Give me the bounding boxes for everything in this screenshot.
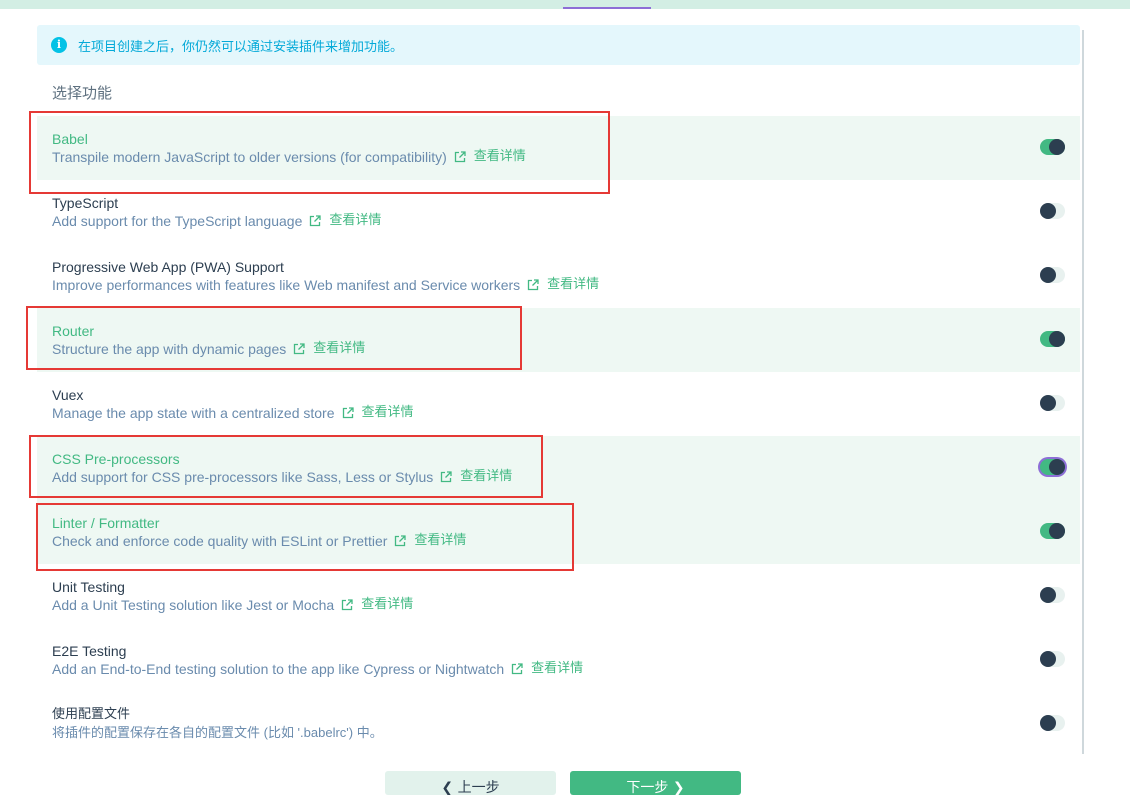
info-icon: i [51,37,67,53]
external-link-icon[interactable] [309,215,322,227]
toggle-knob [1049,331,1065,347]
feature-name: Babel [52,131,88,147]
toggle-knob [1040,395,1056,411]
toggle-knob [1040,651,1056,667]
feature-description-text: Add support for the TypeScript language [52,213,303,229]
more-details-link[interactable]: 查看详情 [474,148,526,166]
next-button[interactable]: 下一步 ❯ [570,771,741,795]
feature-item[interactable]: Babel Transpile modern JavaScript to old… [37,116,1080,180]
feature-description: Transpile modern JavaScript to older ver… [52,148,1080,166]
toggle-knob [1040,203,1056,219]
feature-description: Check and enforce code quality with ESLi… [52,532,1080,550]
feature-description-text: Add an End-to-End testing solution to th… [52,661,505,677]
previous-button[interactable]: ❮ 上一步 [385,771,556,795]
external-link-icon[interactable] [293,343,305,355]
feature-description-text: Improve performances with features like … [52,277,521,293]
more-details-link[interactable]: 查看详情 [414,532,466,550]
feature-description: Add support for the TypeScript language … [52,212,1080,230]
feature-description: Structure the app with dynamic pages 查看详… [52,340,1080,358]
feature-description-text: Structure the app with dynamic pages [52,341,287,357]
feature-toggle[interactable] [1040,139,1065,155]
scrollbar[interactable] [1082,30,1084,754]
feature-item[interactable]: TypeScript Add support for the TypeScrip… [37,180,1080,244]
config-option-toggle[interactable] [1040,715,1065,731]
feature-item[interactable]: CSS Pre-processors Add support for CSS p… [37,436,1080,500]
feature-name: Vuex [52,387,84,403]
feature-name: E2E Testing [52,643,127,659]
feature-description-text: Add a Unit Testing solution like Jest or… [52,597,335,613]
feature-description: Improve performances with features like … [52,276,1080,294]
feature-list: Babel Transpile modern JavaScript to old… [37,116,1080,762]
external-link-icon[interactable] [454,151,466,163]
feature-name: CSS Pre-processors [52,451,180,467]
feature-toggle[interactable] [1040,459,1065,475]
external-link-icon[interactable] [511,663,523,675]
feature-item[interactable]: Router Structure the app with dynamic pa… [37,308,1080,372]
feature-description: Add support for CSS pre-processors like … [52,468,1080,486]
feature-item[interactable]: Unit Testing Add a Unit Testing solution… [37,564,1080,628]
feature-name: Router [52,323,95,339]
config-option-description-text: 将插件的配置保存在各自的配置文件 (比如 '.babelrc') 中。 [52,725,383,740]
info-banner: i 在项目创建之后，你仍然可以通过安装插件来增加功能。 [37,25,1080,65]
more-details-link[interactable]: 查看详情 [362,404,414,422]
feature-description: Manage the app state with a centralized … [52,404,1080,422]
more-details-link[interactable]: 查看详情 [460,468,512,486]
config-file-option[interactable]: 使用配置文件 将插件的配置保存在各自的配置文件 (比如 '.babelrc') … [37,692,1080,762]
feature-description: Add an End-to-End testing solution to th… [52,660,1080,678]
section-title: 选择功能 [52,84,113,102]
feature-description-text: Manage the app state with a centralized … [52,405,335,421]
config-option-name: 使用配置文件 [52,707,131,722]
more-details-link[interactable]: 查看详情 [547,276,599,294]
feature-toggle[interactable] [1040,267,1065,283]
info-banner-text: 在项目创建之后，你仍然可以通过安装插件来增加功能。 [78,39,404,55]
more-details-link[interactable]: 查看详情 [313,340,365,358]
toggle-knob [1049,523,1065,539]
feature-item[interactable]: Vuex Manage the app state with a central… [37,372,1080,436]
feature-name: Unit Testing [52,579,125,595]
more-details-link[interactable]: 查看详情 [361,596,413,614]
feature-description: Add a Unit Testing solution like Jest or… [52,596,1080,614]
toggle-knob [1049,459,1065,475]
toggle-knob [1040,715,1056,731]
active-tab-indicator [563,7,651,9]
toggle-knob [1049,139,1065,155]
feature-description-text: Add support for CSS pre-processors like … [52,469,434,485]
feature-item[interactable]: E2E Testing Add an End-to-End testing so… [37,628,1080,692]
feature-toggle[interactable] [1040,203,1065,219]
feature-item[interactable]: Progressive Web App (PWA) Support Improv… [37,244,1080,308]
external-link-icon[interactable] [342,407,354,419]
external-link-icon[interactable] [527,279,539,291]
feature-toggle[interactable] [1040,331,1065,347]
feature-item[interactable]: Linter / Formatter Check and enforce cod… [37,500,1080,564]
config-option-description: 将插件的配置保存在各自的配置文件 (比如 '.babelrc') 中。 [52,724,1080,742]
feature-name: Linter / Formatter [52,515,160,531]
feature-description-text: Transpile modern JavaScript to older ver… [52,149,447,165]
feature-name: Progressive Web App (PWA) Support [52,259,284,275]
feature-name: TypeScript [52,195,119,211]
more-details-link[interactable]: 查看详情 [531,660,583,678]
more-details-link[interactable]: 查看详情 [329,212,381,230]
feature-description-text: Check and enforce code quality with ESLi… [52,533,388,549]
feature-toggle[interactable] [1040,523,1065,539]
external-link-icon[interactable] [341,599,353,611]
feature-toggle[interactable] [1040,395,1065,411]
external-link-icon[interactable] [394,535,407,547]
feature-toggle[interactable] [1040,587,1065,603]
feature-toggle[interactable] [1040,651,1065,667]
toggle-knob [1040,587,1056,603]
external-link-icon[interactable] [440,471,452,483]
toggle-knob [1040,267,1056,283]
